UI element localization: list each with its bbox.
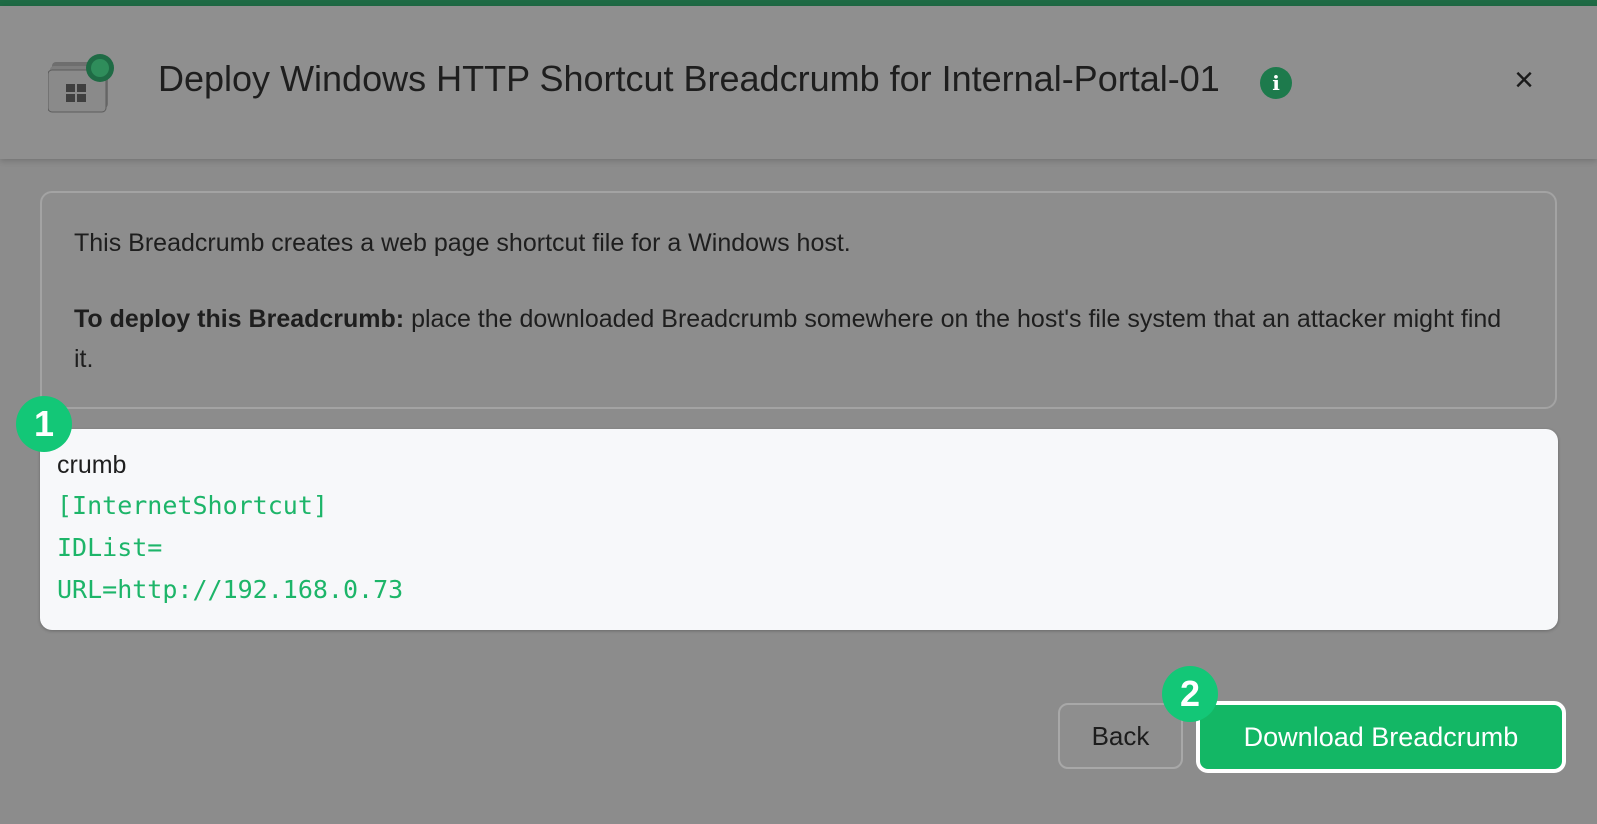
breadcrumb-content: [InternetShortcut] IDList= URL=http://19… xyxy=(57,485,403,611)
description-text: This Breadcrumb creates a web page short… xyxy=(74,229,851,257)
deploy-instructions: To deploy this Breadcrumb: place the dow… xyxy=(74,299,1514,379)
description-panel: This Breadcrumb creates a web page short… xyxy=(40,191,1557,409)
deploy-instructions-heading: To deploy this Breadcrumb: xyxy=(74,305,405,333)
close-icon[interactable]: × xyxy=(1508,63,1540,97)
dialog-title: Deploy Windows HTTP Shortcut Breadcrumb … xyxy=(158,58,1220,99)
back-button[interactable]: Back xyxy=(1058,703,1183,769)
code-line: IDList= xyxy=(57,533,163,562)
breadcrumb-preview: crumb [InternetShortcut] IDList= URL=htt… xyxy=(40,429,1558,630)
breadcrumb-filename: crumb xyxy=(57,451,127,479)
dialog-header: Deploy Windows HTTP Shortcut Breadcrumb … xyxy=(0,6,1597,159)
download-breadcrumb-button[interactable]: Download Breadcrumb xyxy=(1196,701,1566,773)
code-line: URL=http://192.168.0.73 xyxy=(57,575,404,604)
info-icon[interactable]: i xyxy=(1260,67,1292,99)
code-line: [InternetShortcut] xyxy=(57,491,328,520)
step-badge-1: 1 xyxy=(16,396,72,452)
windows-shortcut-icon xyxy=(48,54,114,113)
deploy-breadcrumb-dialog: Deploy Windows HTTP Shortcut Breadcrumb … xyxy=(0,6,1597,824)
step-badge-2: 2 xyxy=(1162,666,1218,722)
